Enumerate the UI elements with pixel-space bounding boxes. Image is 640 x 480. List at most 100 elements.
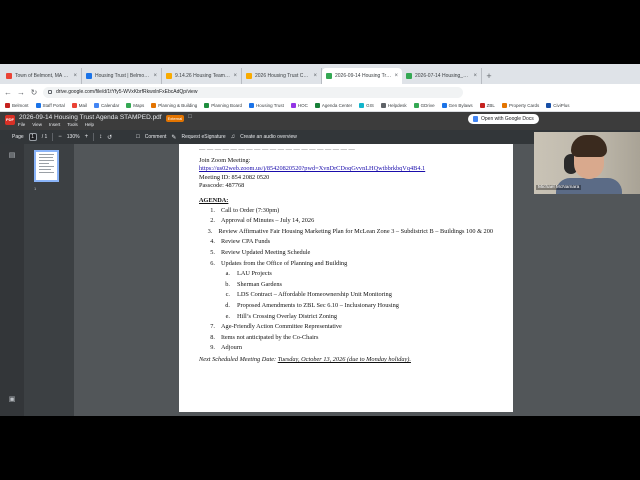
bookmark-item[interactable]: Mail [71, 103, 87, 108]
address-bar[interactable]: drive.google.com/file/d/1tYfy5-WVxKbrfRk… [43, 86, 463, 98]
page-label: Page [12, 134, 24, 140]
bookmark-item[interactable]: HOC [290, 103, 308, 108]
agenda-heading: AGENDA: [199, 196, 229, 204]
letterbox-top [0, 0, 640, 64]
close-icon[interactable]: × [233, 73, 237, 79]
zoom-link[interactable]: https://us02web.zoom.us/j/85420820520?pw… [199, 165, 493, 174]
agenda-subitem: c. LDS Contract – Affordable Homeownershi… [199, 290, 493, 301]
audio-overview-icon[interactable]: ♫ [231, 134, 236, 140]
item-text: Updates from the Office of Planning and … [221, 259, 348, 267]
zoom-in-icon[interactable]: + [85, 134, 89, 140]
tab-label: 2026-09-14 Housing Trust Agenda [335, 73, 392, 79]
thumbnail-page-number: 1 [34, 186, 37, 191]
comment-button[interactable]: Comment [145, 134, 167, 140]
browser-tab[interactable]: 2026 Housing Trust Calendar× [242, 68, 322, 84]
bookmark-icon [93, 103, 99, 108]
bookmark-item[interactable]: Agenda Center [314, 103, 353, 108]
request-esignature-button[interactable]: Request eSignature [181, 134, 225, 140]
comment-icon[interactable]: □ [136, 134, 140, 140]
bookmark-label: Housing Trust [256, 103, 284, 108]
close-icon[interactable]: × [394, 73, 398, 79]
bookmark-item[interactable]: Belmont [5, 103, 29, 108]
forward-icon[interactable]: → [17, 88, 25, 97]
bookmark-item[interactable]: GDrive [413, 103, 435, 108]
bookmark-item[interactable]: Property Cards [501, 103, 539, 108]
back-icon[interactable]: ← [4, 88, 12, 97]
agenda-item: 1. Call to Order (7:30pm) [199, 206, 493, 217]
new-tab-button[interactable]: + [482, 68, 496, 84]
menu-help[interactable]: Help [85, 122, 94, 127]
bookmark-item[interactable]: Helpdesk [380, 103, 407, 108]
details-icon[interactable]: ▣ [8, 396, 16, 404]
item-number: b. [225, 280, 230, 288]
browser-tab[interactable]: 9.14.26 Housing Team Meeting× [162, 68, 242, 84]
item-text: Approval of Minutes – July 14, 2026 [221, 217, 315, 225]
bookmark-icon [546, 103, 552, 108]
bookmark-item[interactable]: Maps [126, 103, 144, 108]
agenda-item: 2. Approval of Minutes – July 14, 2026 [199, 216, 493, 227]
item-number: 6. [210, 259, 215, 267]
bookmark-label: Belmont [12, 103, 29, 108]
bookmark-item[interactable]: Calendar [93, 103, 119, 108]
zoom-level[interactable]: 130% [67, 134, 80, 140]
menu-file[interactable]: File [18, 122, 25, 127]
item-number: 9. [210, 344, 215, 352]
menu-tools[interactable]: Tools [67, 122, 78, 127]
bookmark-label: HOC [297, 103, 308, 108]
letterbox-bottom [0, 416, 640, 480]
bookmark-item[interactable]: Gen Bylaws [441, 103, 473, 108]
next-meeting: Next Scheduled Meeting Date: Tuesday, Oc… [199, 355, 493, 365]
menu-insert[interactable]: Insert [49, 122, 60, 127]
browser-window: Town of Belmont, MA Mail × Housing Trust |… [0, 64, 640, 416]
page-thumbnail[interactable] [34, 150, 59, 182]
close-icon[interactable]: × [313, 73, 317, 79]
page-total: / 1 [41, 134, 48, 140]
page-number-input[interactable]: 1 [28, 133, 37, 141]
site-info-icon[interactable] [48, 90, 52, 94]
bookmark-item[interactable]: CiviPlus [546, 103, 569, 108]
bookmark-label: Agenda Center [321, 103, 353, 108]
esignature-icon[interactable]: ✎ [171, 134, 176, 141]
bookmark-icon [359, 103, 365, 108]
bookmark-item[interactable]: GIS [359, 103, 374, 108]
close-icon[interactable]: × [473, 73, 477, 79]
fit-page-icon[interactable]: ↕ [99, 134, 102, 140]
bookmark-item[interactable]: Housing Trust [249, 103, 284, 108]
bookmark-icon [479, 103, 485, 108]
bookmark-item[interactable]: ZBL [479, 103, 495, 108]
agenda-subitem: a. LAU Projects [199, 269, 493, 280]
file-title[interactable]: 2026-09-14 Housing Trust Agenda STAMPED.… [19, 114, 162, 121]
bookmark-icon [35, 103, 41, 108]
audio-overview-button[interactable]: Create an audio overview [240, 134, 297, 140]
bookmark-icon [5, 103, 10, 108]
rotate-icon[interactable]: ↺ [107, 134, 112, 141]
browser-tab[interactable]: 2026-09-14 Housing Trust Agenda× [322, 68, 402, 84]
menu-view[interactable]: View [32, 122, 42, 127]
bookmark-label: GDrive [420, 103, 435, 108]
zoom-out-icon[interactable]: − [58, 134, 62, 140]
bookmarks-bar: Belmont Staff Portal Mail Calendar Maps Plann… [0, 100, 640, 112]
browser-tab[interactable]: 2026-07-14 Housing_Trust_Minutes× [402, 68, 482, 84]
thumbnails-icon[interactable]: ▤ [8, 152, 16, 160]
item-text: Items not anticipated by the Co-Chairs [221, 333, 319, 341]
browser-tab[interactable]: Housing Trust | Belmont, MA× [82, 68, 162, 84]
bookmark-icon [290, 103, 296, 108]
bookmark-icon [151, 103, 157, 108]
item-number: 1. [210, 206, 215, 214]
tab-favicon [326, 73, 332, 79]
item-text: Sherman Gardens [237, 280, 282, 288]
bookmark-item[interactable]: Planning & Building [151, 103, 197, 108]
google-docs-icon [473, 116, 478, 122]
bookmark-item[interactable]: Planning Board [204, 103, 242, 108]
bookmark-item[interactable]: Staff Portal [35, 103, 65, 108]
close-icon[interactable]: × [73, 73, 77, 79]
agenda-item: 5. Review Updated Meeting Schedule [199, 248, 493, 259]
zoom-heading: Join Zoom Meeting: [199, 156, 251, 164]
drive-header: PDF 2026-09-14 Housing Trust Agenda STAM… [0, 112, 640, 130]
close-icon[interactable]: × [153, 73, 157, 79]
tab-label: 2026-07-14 Housing_Trust_Minutes [415, 73, 471, 79]
browser-tab[interactable]: Town of Belmont, MA Mail × [2, 68, 82, 84]
reload-icon[interactable]: ↻ [30, 88, 38, 97]
folder-icon[interactable]: □ [188, 114, 192, 120]
open-with-google-docs-button[interactable]: Open with Google Docs [468, 114, 539, 124]
